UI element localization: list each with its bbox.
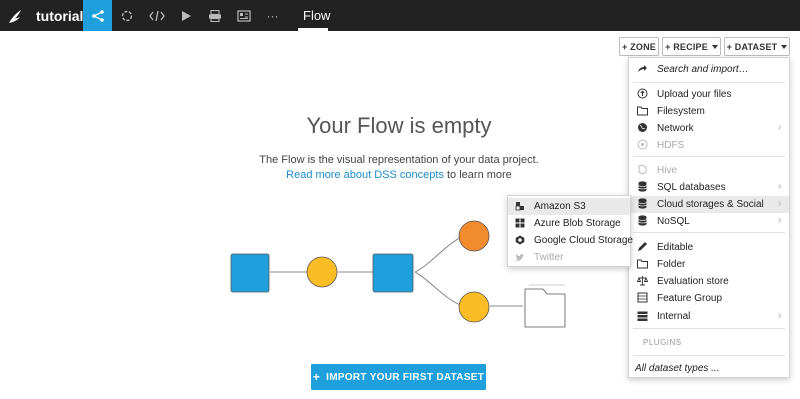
chevron-right-icon: › (778, 310, 782, 321)
active-view-title: Flow (303, 8, 331, 23)
flow-icon (91, 9, 105, 23)
menu-item-search-import[interactable]: Search and import… (629, 61, 789, 78)
submenu-item-google-cloud[interactable]: Google Cloud Storage (508, 232, 633, 249)
menu-item-nosql[interactable]: NoSQL › (629, 213, 789, 230)
chevron-right-icon: › (778, 198, 782, 209)
plus-icon: + (312, 370, 321, 384)
menu-divider (633, 156, 785, 157)
code-nav-button[interactable] (142, 0, 171, 31)
hive-icon (637, 164, 648, 175)
top-navigation-bar: tutorial ··· Flow (0, 0, 800, 31)
dataset-node-illustration (230, 253, 270, 293)
project-name[interactable]: tutorial (36, 8, 83, 24)
menu-item-evaluation-store[interactable]: Evaluation store (629, 273, 789, 290)
globe-icon (637, 122, 648, 133)
windows-icon (515, 218, 525, 228)
plugins-section-label: PLUGINS (643, 338, 682, 347)
amazon-s3-icon (515, 201, 525, 211)
menu-item-hive[interactable]: Hive (629, 162, 789, 179)
recipe-node-illustration (306, 256, 338, 288)
menu-divider (633, 82, 785, 83)
chevron-down-icon (781, 44, 788, 49)
menu-divider (633, 328, 785, 329)
chevron-down-icon (711, 44, 718, 49)
menu-item-all-dataset-types[interactable]: All dataset types ... (629, 360, 789, 377)
menu-item-hdfs[interactable]: HDFS (629, 137, 789, 154)
jobs-nav-button[interactable] (200, 0, 229, 31)
share-arrow-icon (637, 63, 648, 74)
dataiku-bird-logo-icon[interactable] (6, 6, 26, 26)
menu-item-feature-group[interactable]: Feature Group (629, 290, 789, 307)
chevron-right-icon: › (778, 181, 782, 192)
folder-node-illustration (524, 288, 566, 328)
pencil-icon (637, 241, 648, 252)
chevron-right-icon: › (778, 215, 782, 226)
google-cloud-icon (515, 235, 525, 245)
hdfs-icon (637, 139, 648, 150)
folder-outline-icon (637, 105, 648, 116)
dss-concepts-link[interactable]: Read more about DSS concepts (286, 169, 444, 181)
run-nav-button[interactable] (171, 0, 200, 31)
jobs-icon (208, 9, 222, 22)
more-icon: ··· (266, 8, 279, 23)
folder-icon (637, 258, 648, 269)
submenu-item-twitter[interactable]: Twitter (508, 249, 630, 266)
feature-group-icon (637, 292, 648, 303)
menu-item-network[interactable]: Network › (629, 120, 789, 137)
dashboard-nav-button[interactable] (229, 0, 258, 31)
run-icon (180, 10, 192, 22)
menu-divider (633, 355, 785, 356)
flow-nav-button[interactable] (83, 0, 112, 31)
recipe-node-illustration (458, 291, 490, 323)
menu-item-filesystem[interactable]: Filesystem (629, 103, 789, 120)
add-zone-button[interactable]: + ZONE (619, 37, 659, 56)
cloud-database-icon (637, 198, 648, 209)
balance-icon (637, 275, 648, 286)
lab-icon (120, 9, 134, 23)
more-nav-button[interactable]: ··· (258, 0, 287, 31)
database-icon (637, 181, 648, 192)
submenu-item-amazon-s3[interactable]: Amazon S3 (508, 198, 630, 215)
twitter-icon (515, 252, 525, 262)
dataset-dropdown-menu: Search and import… Upload your files Fil… (628, 57, 790, 378)
menu-item-folder[interactable]: Folder (629, 256, 789, 273)
active-view-underline (298, 28, 328, 31)
import-first-dataset-button[interactable]: + IMPORT YOUR FIRST DATASET (311, 364, 486, 390)
submenu-item-azure-blob[interactable]: Azure Blob Storage (508, 215, 630, 232)
chevron-right-icon: › (778, 122, 782, 133)
dashboard-icon (236, 9, 251, 22)
nosql-database-icon (637, 215, 648, 226)
code-icon (148, 10, 165, 22)
menu-item-editable[interactable]: Editable (629, 239, 789, 256)
cloud-storage-submenu: Amazon S3 Azure Blob Storage Google Clou… (507, 195, 633, 267)
internal-icon (637, 310, 648, 321)
add-recipe-button[interactable]: + RECIPE (662, 37, 721, 56)
menu-item-internal[interactable]: Internal › (629, 308, 789, 325)
menu-item-cloud-storages-social[interactable]: Cloud storages & Social › (629, 196, 789, 213)
recipe-node-illustration (458, 220, 490, 252)
menu-item-upload-files[interactable]: Upload your files (629, 86, 789, 103)
upload-icon (637, 88, 648, 99)
menu-divider (633, 232, 785, 233)
dataset-node-illustration (372, 253, 414, 293)
menu-item-sql-databases[interactable]: SQL databases › (629, 179, 789, 196)
add-dataset-button[interactable]: + DATASET (724, 37, 790, 56)
lab-nav-button[interactable] (112, 0, 141, 31)
learn-more-suffix: to learn more (443, 169, 512, 181)
